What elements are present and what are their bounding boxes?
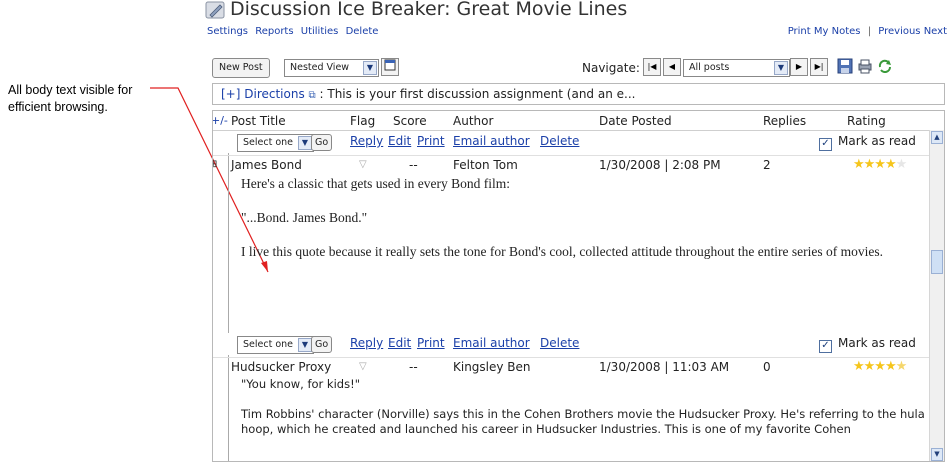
header-date[interactable]: Date Posted [599,111,672,131]
post-body-line: Tim Robbins' character (Norville) says t… [241,407,925,436]
post-date: 1/30/2008 | 2:08 PM [599,158,721,172]
action-select-value: Select one [243,339,294,350]
new-post-button[interactable]: New Post [212,58,270,78]
chevron-down-icon: ▼ [774,61,788,75]
directions-toggle[interactable]: [+] [221,87,240,101]
expand-plus-icon[interactable]: ⊞ [213,156,217,174]
next-post-icon[interactable]: ▶ [790,58,808,76]
view-select-value: Nested View [290,62,350,73]
posts-grid: +/- Post Title Flag Score Author Date Po… [212,110,945,462]
header-flag[interactable]: Flag [350,111,375,131]
edit-link[interactable]: Edit [388,134,411,148]
post-title[interactable]: James Bond [231,156,302,174]
chevron-down-icon: ▼ [298,338,312,352]
last-post-icon[interactable]: ▶| [810,58,828,76]
header-author[interactable]: Author [453,111,493,131]
post-body-line: I live this quote because it really sets… [241,244,884,259]
action-row: Select one ▼ Go Reply Edit Print Email a… [213,131,931,153]
printer-icon[interactable] [857,58,873,74]
print-link[interactable]: Print [417,336,445,350]
post-body-line: "You know, for kids!" [241,377,360,391]
first-post-icon[interactable]: |◀ [643,58,661,76]
post-row[interactable]: ⊞ James Bond ▽ -- Felton Tom 1/30/2008 |… [213,155,931,174]
post-author: Felton Tom [453,158,518,172]
post-date: 1/30/2008 | 11:03 AM [599,360,730,374]
action-select-value: Select one [243,137,294,148]
flag-icon[interactable]: ▽ [359,358,367,376]
post-score: -- [409,360,418,374]
expand-collapse-toggle[interactable]: +/- [213,111,228,131]
chevron-down-icon: ▼ [298,136,312,150]
posts-select-value: All posts [689,62,730,73]
thread-tree-line [228,131,229,461]
post-body-line: Here's a classic that gets used in every… [241,176,510,191]
delete-link[interactable]: Delete [540,336,579,350]
previous-post-icon[interactable]: ◀ [663,58,681,76]
rating-stars-icon[interactable]: ★★★★★ [853,156,907,174]
directions-text: : This is your first discussion assignme… [319,87,636,101]
email-author-link[interactable]: Email author [453,336,530,350]
post-body-line: "...Bond. James Bond." [241,210,368,225]
header-replies[interactable]: Replies [763,111,806,131]
delete-link[interactable]: Delete [540,134,579,148]
save-icon[interactable] [837,58,853,74]
action-select[interactable]: Select one ▼ [237,134,314,152]
header-rating[interactable]: Rating [847,111,886,131]
refresh-icon[interactable] [877,58,893,74]
mark-read-label: Mark as read [838,336,916,350]
mark-read-checkbox[interactable]: ✓ Mark as read [819,336,916,353]
action-row: Select one ▼ Go Reply Edit Print Email a… [213,333,931,355]
go-button[interactable]: Go [311,336,333,353]
external-link-icon: ⧉ [308,90,316,101]
post-body: "You know, for kids!" Tim Robbins' chara… [241,377,929,437]
directions-link[interactable]: Directions [244,87,304,101]
scroll-up-icon[interactable]: ▲ [931,131,943,144]
post-score: -- [409,158,418,172]
flag-icon[interactable]: ▽ [359,156,367,174]
email-author-link[interactable]: Email author [453,134,530,148]
window-icon[interactable] [381,58,399,76]
reply-link[interactable]: Reply [350,134,383,148]
reply-link[interactable]: Reply [350,336,383,350]
navigate-label: Navigate: [582,61,640,75]
mark-read-checkbox[interactable]: ✓ Mark as read [819,134,916,151]
grid-header: +/- Post Title Flag Score Author Date Po… [213,111,931,131]
edit-link[interactable]: Edit [388,336,411,350]
view-select[interactable]: Nested View ▼ [284,59,379,77]
post-row[interactable]: Hudsucker Proxy ▽ -- Kingsley Ben 1/30/2… [213,357,931,376]
mark-read-label: Mark as read [838,134,916,148]
go-button[interactable]: Go [311,134,333,151]
posts-select[interactable]: All posts ▼ [683,59,790,77]
scroll-thumb[interactable] [931,250,943,274]
header-post-title[interactable]: Post Title [231,111,286,131]
post-author: Kingsley Ben [453,360,531,374]
chevron-down-icon: ▼ [363,61,377,75]
post-replies: 2 [763,158,771,172]
post-body: Here's a classic that gets used in every… [241,175,929,260]
scroll-down-icon[interactable]: ▼ [931,448,943,461]
header-score[interactable]: Score [393,111,427,131]
checkbox-checked-icon: ✓ [819,138,832,151]
grid-scrollbar[interactable]: ▲ ▼ [929,130,944,461]
post-title[interactable]: Hudsucker Proxy [231,358,331,376]
checkbox-checked-icon: ✓ [819,340,832,353]
directions-bar: [+] Directions ⧉ : This is your first di… [212,83,945,105]
action-select[interactable]: Select one ▼ [237,336,314,354]
print-link[interactable]: Print [417,134,445,148]
rating-stars-icon[interactable]: ★★★★★ [853,358,907,376]
toolbar: New Post Nested View ▼ Navigate: |◀ ◀ Al… [212,56,947,78]
post-replies: 0 [763,360,771,374]
